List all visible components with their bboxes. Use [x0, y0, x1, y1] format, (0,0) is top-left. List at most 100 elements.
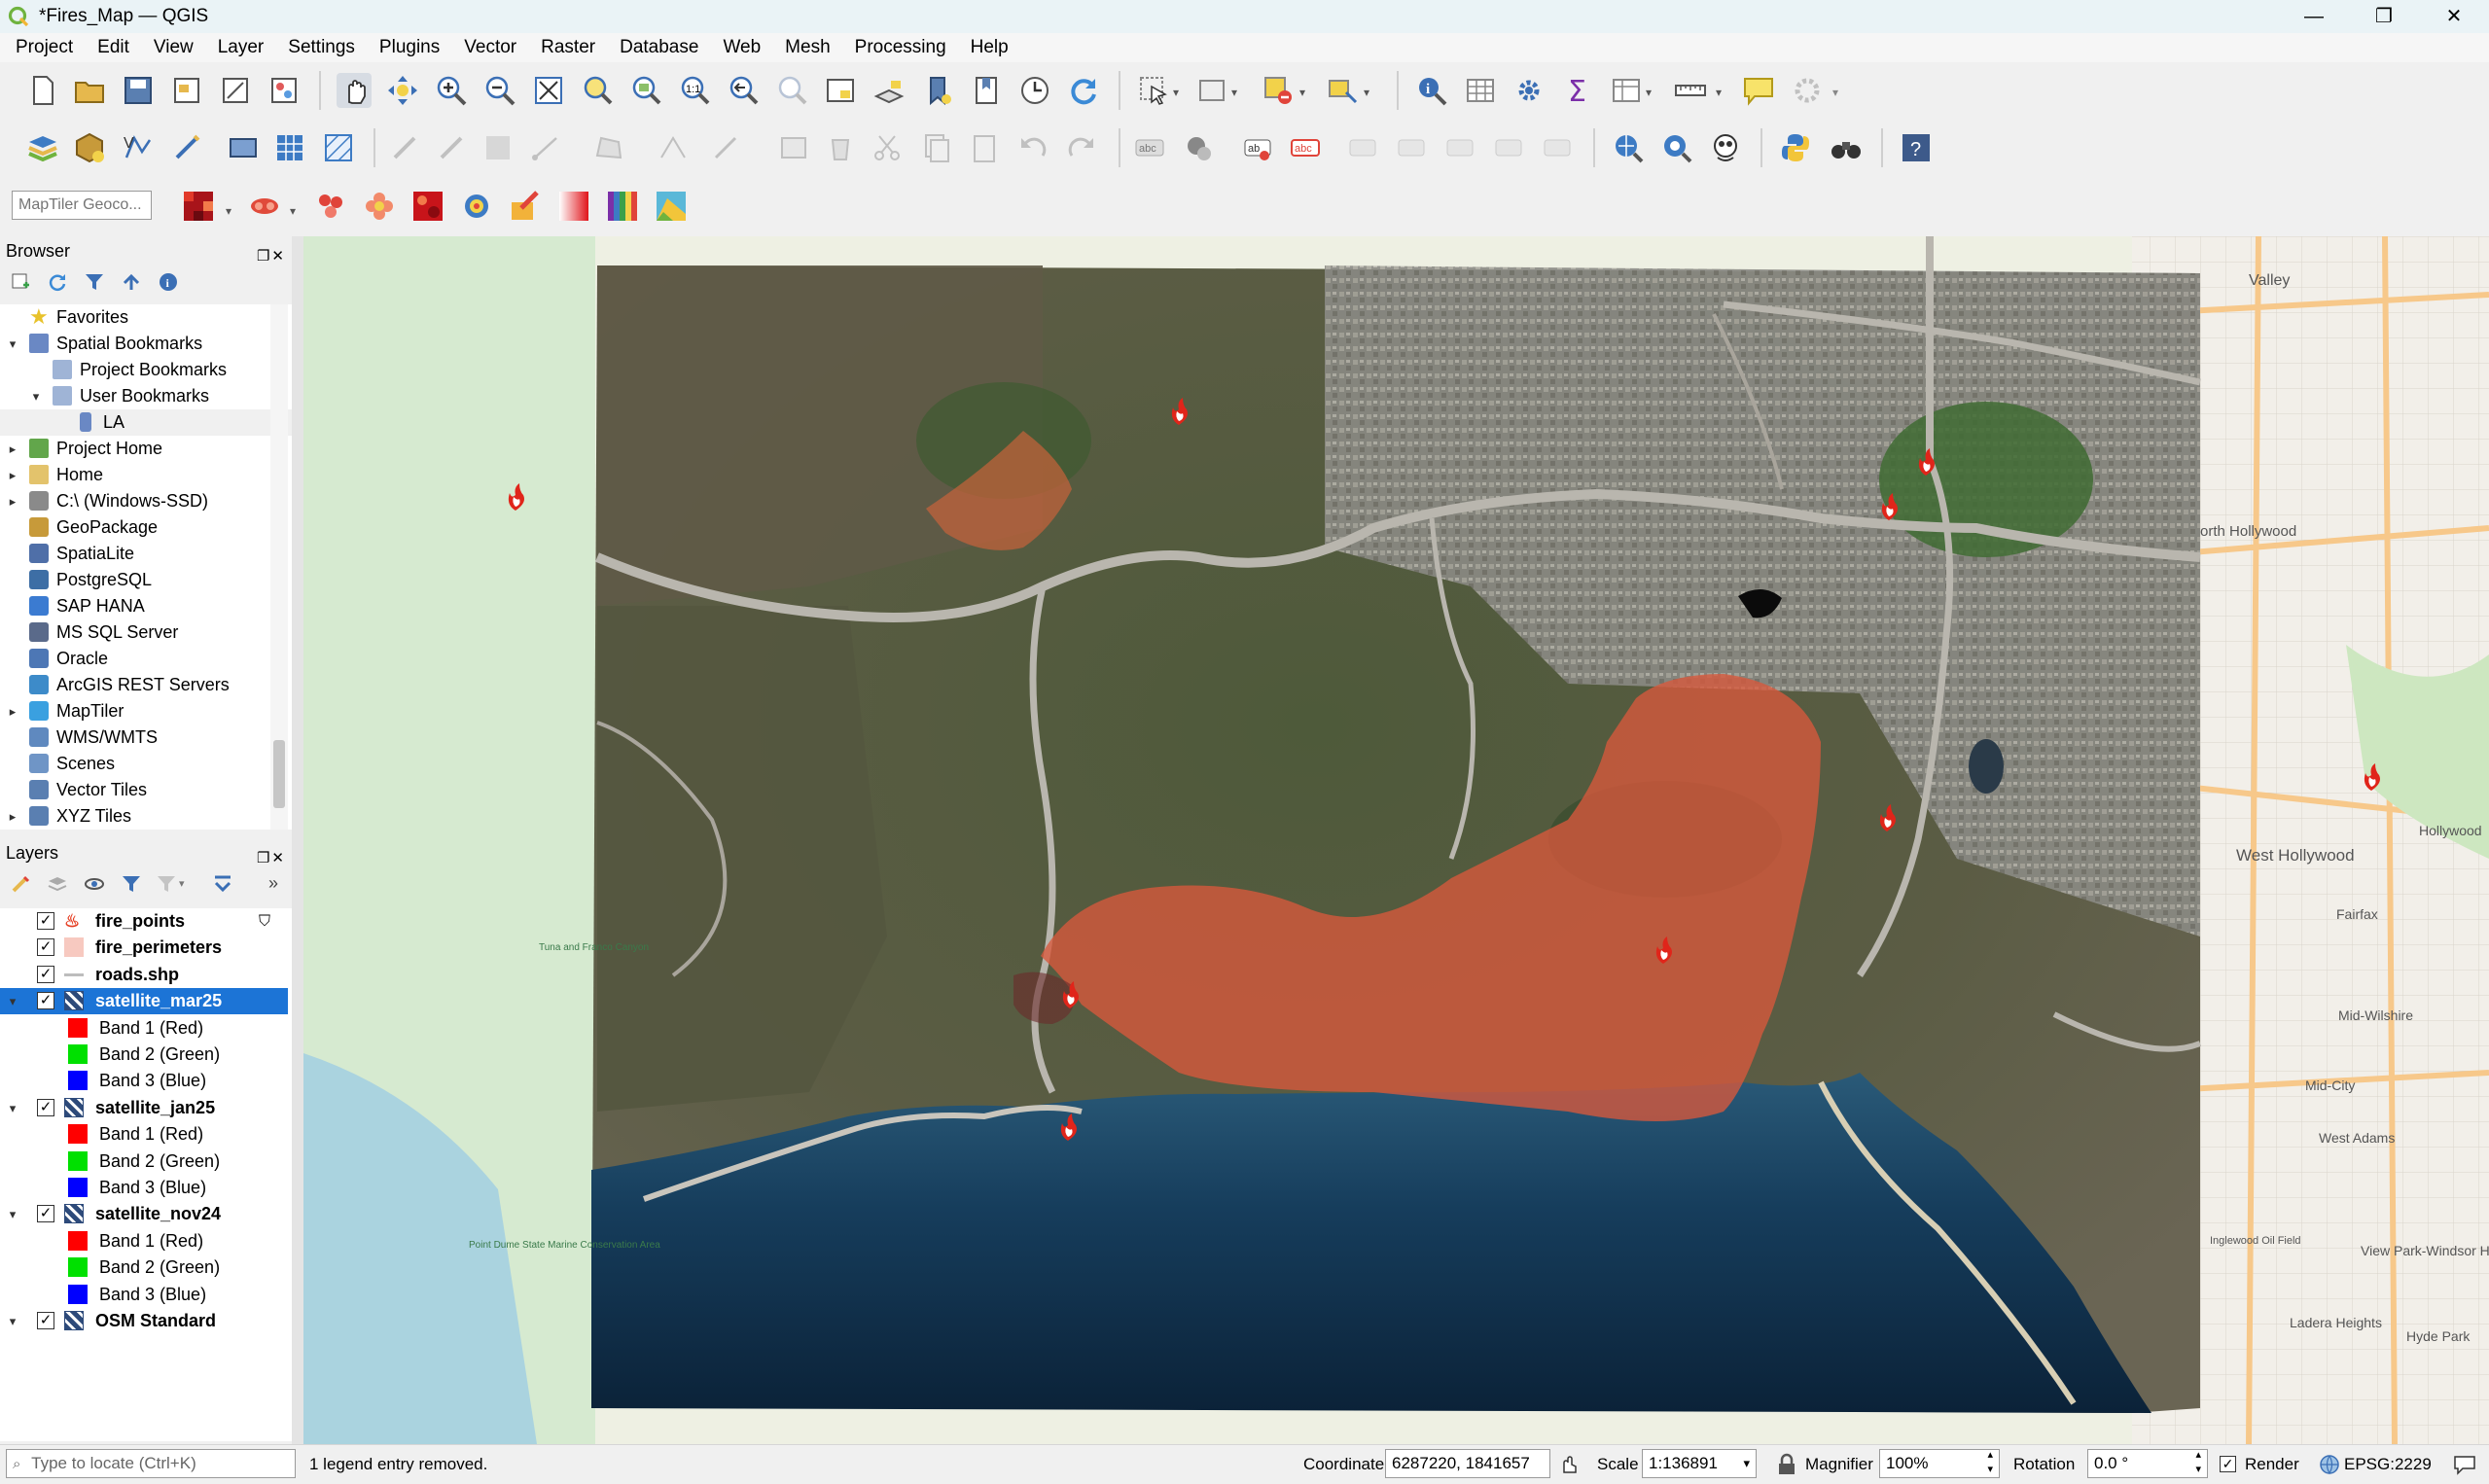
select-features-dropdown-icon[interactable]: ▾: [1173, 86, 1179, 99]
vertex-tool-icon[interactable]: [656, 130, 691, 165]
locator-search-input[interactable]: ⌕ Type to locate (Ctrl+K): [6, 1449, 296, 1478]
browser-item[interactable]: Vector Tiles: [0, 777, 292, 803]
browser-item[interactable]: ArcGIS REST Servers: [0, 672, 292, 698]
processing-toolbox-icon[interactable]: [1511, 73, 1547, 108]
chevron-down-icon[interactable]: ▾: [29, 383, 43, 409]
maximize-button[interactable]: ❐: [2349, 0, 2419, 33]
properties-info-icon[interactable]: i: [158, 271, 179, 293]
flower-symbol-icon[interactable]: [362, 189, 397, 224]
menu-project[interactable]: Project: [0, 37, 82, 58]
undo-icon[interactable]: [1015, 130, 1050, 165]
scale-field[interactable]: 1:136891 ▾: [1642, 1449, 1757, 1478]
quickosm-icon[interactable]: [1708, 130, 1743, 165]
binoculars-icon[interactable]: [1829, 130, 1864, 165]
modify-attributes-icon[interactable]: [708, 130, 743, 165]
toggle-unplaced-labels-icon[interactable]: abc: [1288, 130, 1323, 165]
crs-globe-icon[interactable]: [2319, 1454, 2340, 1475]
band-legend-item[interactable]: Band 3 (Blue): [0, 1068, 288, 1094]
zoom-to-selection-icon[interactable]: [580, 73, 615, 108]
paste-features-icon[interactable]: [967, 130, 1002, 165]
menu-view[interactable]: View: [138, 37, 202, 58]
new-shapefile-layer-icon[interactable]: V: [121, 130, 156, 165]
browser-item[interactable]: ▸ Home: [0, 462, 292, 488]
move-label-icon[interactable]: [1443, 130, 1478, 165]
browser-item[interactable]: Project Bookmarks: [0, 357, 292, 383]
terrain-ramp-icon[interactable]: [654, 189, 689, 224]
browser-item[interactable]: PostgreSQL: [0, 567, 292, 593]
layer-visibility-checkbox[interactable]: ✓: [37, 992, 54, 1010]
menu-mesh[interactable]: Mesh: [769, 37, 838, 58]
python-console-icon[interactable]: [1778, 130, 1813, 165]
coordinate-field[interactable]: 6287220, 1841657: [1385, 1449, 1550, 1478]
digitize-with-segment-icon[interactable]: [529, 130, 564, 165]
menu-database[interactable]: Database: [604, 37, 707, 58]
layer-filter-icon[interactable]: ⛉: [259, 908, 270, 935]
band-legend-item[interactable]: Band 2 (Green): [0, 1254, 288, 1281]
select-features-icon[interactable]: [1136, 73, 1171, 108]
more-tools-icon[interactable]: »: [268, 873, 278, 894]
add-mesh-layer-icon[interactable]: [321, 130, 356, 165]
messages-icon[interactable]: [2453, 1454, 2476, 1475]
zoom-native-resolution-icon[interactable]: 1:1: [677, 73, 712, 108]
new-project-icon[interactable]: [25, 73, 60, 108]
metasearch-icon[interactable]: [1611, 130, 1646, 165]
select-by-location-dropdown-icon[interactable]: ▾: [1364, 86, 1369, 99]
new-spatial-bookmark-icon[interactable]: [920, 73, 955, 108]
layer-visibility-checkbox[interactable]: ✓: [37, 1205, 54, 1223]
collapse-all-icon[interactable]: [121, 271, 142, 293]
open-project-icon[interactable]: [72, 73, 107, 108]
menu-help[interactable]: Help: [955, 37, 1017, 58]
stripes-ramp-icon[interactable]: [605, 189, 640, 224]
add-group-icon[interactable]: [47, 873, 68, 895]
chevron-down-icon[interactable]: ▾: [6, 331, 19, 357]
chevron-right-icon[interactable]: ▸: [6, 698, 19, 724]
measure-dropdown-icon[interactable]: ▾: [1716, 86, 1722, 99]
filter-browser-icon[interactable]: [84, 271, 105, 293]
menu-edit[interactable]: Edit: [82, 37, 138, 58]
field-calculator-dropdown-icon[interactable]: ▾: [1646, 86, 1652, 99]
layer-visibility-checkbox[interactable]: ✓: [37, 1312, 54, 1329]
rotate-label-icon[interactable]: [1492, 130, 1527, 165]
menu-web[interactable]: Web: [707, 37, 769, 58]
add-selected-layers-icon[interactable]: [10, 271, 31, 293]
measure-line-icon[interactable]: [1673, 73, 1708, 108]
actions-dropdown-icon[interactable]: ▾: [1832, 86, 1838, 99]
layer-item[interactable]: ✓ roads.shp: [0, 962, 288, 988]
zoom-out-icon[interactable]: [482, 73, 517, 108]
add-raster-layer-icon[interactable]: [272, 130, 307, 165]
chevron-down-icon[interactable]: ▾: [6, 1201, 19, 1227]
browser-item[interactable]: SpatiaLite: [0, 541, 292, 567]
data-source-manager-icon[interactable]: [25, 130, 60, 165]
deselect-features-icon[interactable]: [1261, 73, 1296, 108]
toggle-editing-icon[interactable]: [434, 130, 469, 165]
redo-icon[interactable]: [1064, 130, 1099, 165]
panel-splitter[interactable]: [292, 236, 303, 1444]
new-geopackage-layer-icon[interactable]: [72, 130, 107, 165]
zoom-full-icon[interactable]: [531, 73, 566, 108]
browser-item[interactable]: MS SQL Server: [0, 619, 292, 646]
menu-settings[interactable]: Settings: [272, 37, 364, 58]
layout-manager-icon[interactable]: [218, 73, 253, 108]
chevron-down-icon[interactable]: ▾: [6, 1308, 19, 1334]
delete-selected-icon[interactable]: [823, 130, 858, 165]
refresh-icon[interactable]: [1066, 73, 1101, 108]
browser-scrollbar[interactable]: [270, 304, 288, 830]
select-by-value-dropdown-icon[interactable]: ▾: [1231, 86, 1237, 99]
map-svg[interactable]: Valley orth Hollywood Hollywood West Hol…: [303, 236, 2489, 1444]
browser-item[interactable]: ★ Favorites: [0, 304, 292, 331]
heatmap-grid-dropdown-icon[interactable]: ▾: [226, 204, 231, 218]
render-checkbox[interactable]: ✓: [2220, 1456, 2236, 1472]
gradient-ramp-icon[interactable]: [556, 189, 591, 224]
temporal-controller-icon[interactable]: [1017, 73, 1052, 108]
browser-scrollbar-thumb[interactable]: [273, 740, 285, 808]
layer-item[interactable]: ✓ ♨ fire_points ⛉: [0, 908, 288, 935]
filter-by-expression-icon[interactable]: [156, 873, 177, 895]
manage-map-themes-icon[interactable]: [84, 873, 105, 895]
close-button[interactable]: ✕: [2419, 0, 2489, 33]
browser-item[interactable]: SAP HANA: [0, 593, 292, 619]
band-legend-item[interactable]: Band 1 (Red): [0, 1121, 288, 1148]
layer-visibility-checkbox[interactable]: ✓: [37, 938, 54, 957]
menu-processing[interactable]: Processing: [839, 37, 955, 58]
menu-vector[interactable]: Vector: [448, 37, 525, 58]
style-manager-icon[interactable]: [267, 73, 302, 108]
